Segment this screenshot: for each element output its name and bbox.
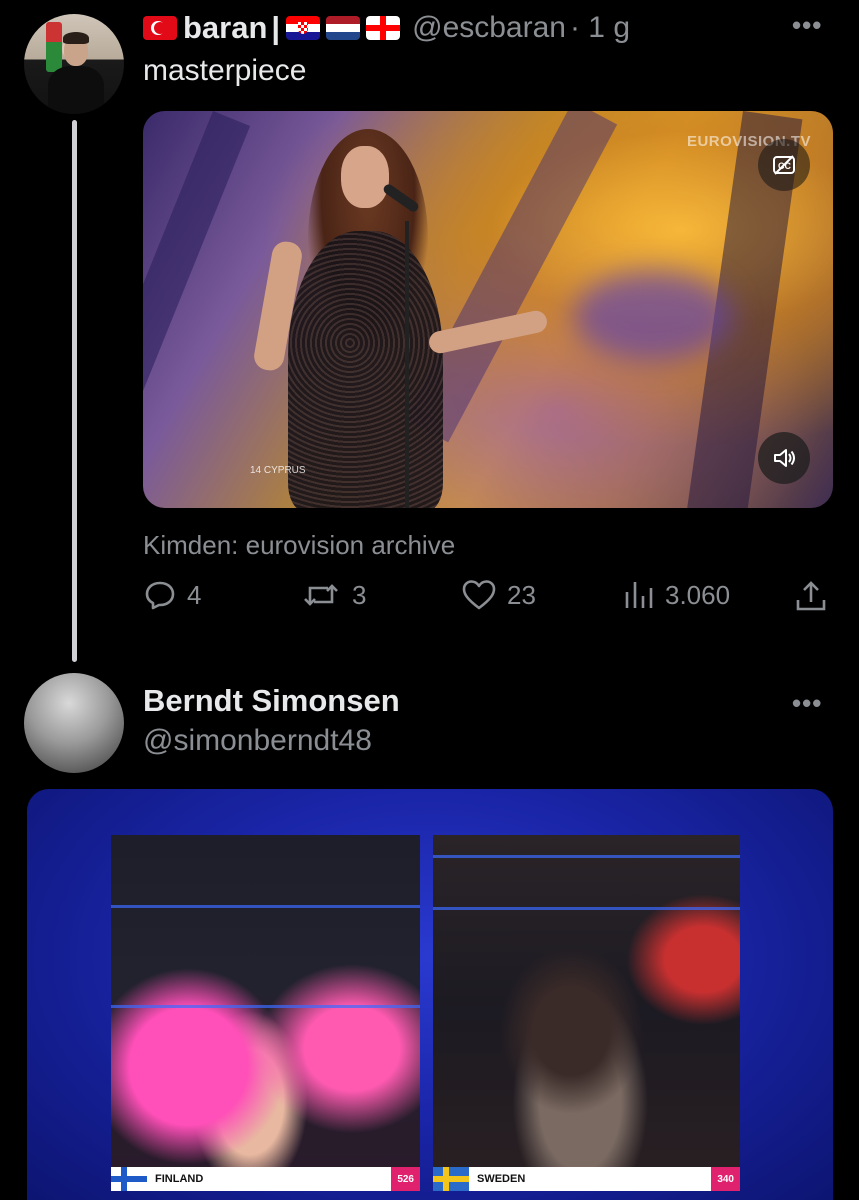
finland-flag-icon	[111, 1167, 147, 1191]
tweet-text: masterpiece	[143, 54, 307, 87]
like-button[interactable]: 23	[461, 578, 536, 612]
retweet-button[interactable]: 3	[300, 578, 366, 612]
country-name: SWEDEN	[477, 1173, 526, 1185]
share-button[interactable]	[793, 578, 829, 614]
croatia-flag-icon	[286, 16, 321, 40]
user-handle[interactable]: @simonberndt48	[143, 724, 372, 758]
country-score: 526	[391, 1167, 420, 1191]
netherlands-flag-icon	[326, 16, 361, 40]
analytics-icon	[625, 582, 653, 608]
country-score-bar: FINLAND 526	[111, 1167, 420, 1191]
avatar[interactable]	[24, 14, 124, 114]
action-bar: 4 3 23 3.060	[143, 578, 833, 622]
reply-icon	[145, 581, 175, 610]
thread-line	[72, 120, 77, 662]
sweden-flag-icon	[433, 1167, 469, 1191]
tweet-image[interactable]: FINLAND 526 SWEDEN 340	[27, 789, 833, 1200]
reply-count: 4	[187, 579, 202, 610]
name-separator: |	[271, 10, 281, 45]
view-count: 3.060	[665, 579, 731, 610]
timestamp[interactable]: · 1 g	[570, 11, 630, 45]
more-options-icon[interactable]: •••	[792, 10, 822, 41]
display-name[interactable]: baran	[183, 10, 267, 46]
display-name[interactable]: Berndt Simonsen	[143, 683, 400, 719]
avatar[interactable]	[24, 673, 124, 773]
country-name: FINLAND	[155, 1173, 204, 1185]
country-score-bar: SWEDEN 340	[433, 1167, 740, 1191]
share-icon	[796, 581, 826, 611]
retweet-icon	[304, 584, 338, 606]
sweden-reaction-panel: SWEDEN 340	[433, 835, 740, 1191]
finland-reaction-panel: FINLAND 526	[111, 835, 420, 1191]
turkey-flag-icon	[143, 16, 177, 40]
country-score: 340	[711, 1167, 740, 1191]
volume-icon[interactable]	[758, 432, 810, 484]
heart-icon	[462, 580, 496, 610]
views-button[interactable]: 3.060	[623, 578, 730, 612]
more-options-icon[interactable]: •••	[792, 688, 822, 719]
video-player[interactable]: EUROVISION.TV CC 14 CYPRUS	[143, 111, 833, 508]
tweet-header: baran | @escbaran · 1 g	[143, 8, 630, 48]
video-caption-tag: 14 CYPRUS	[250, 465, 306, 476]
captions-off-icon[interactable]: CC	[758, 139, 810, 191]
user-handle[interactable]: @escbaran	[412, 11, 566, 45]
media-source[interactable]: Kimden: eurovision archive	[143, 530, 455, 561]
georgia-flag-icon	[366, 16, 401, 40]
retweet-count: 3	[352, 579, 367, 610]
like-count: 23	[507, 579, 536, 610]
reply-button[interactable]: 4	[143, 578, 201, 612]
